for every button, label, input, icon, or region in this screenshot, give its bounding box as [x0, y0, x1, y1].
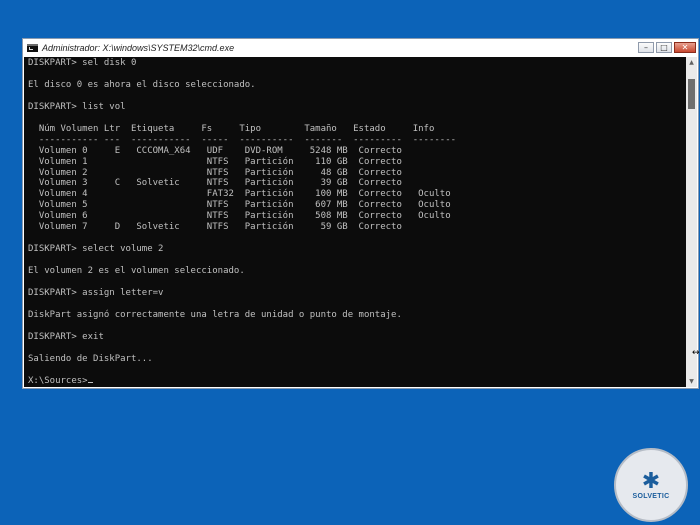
console-line: Volumen 7 D Solvetic NTFS Partición 59 G…	[28, 222, 402, 233]
maximize-button[interactable]: □	[656, 42, 672, 53]
console-line: ----------- --- ----------- ----- ------…	[28, 134, 457, 145]
console-line: Volumen 6 NTFS Partición 508 MB Correcto…	[28, 211, 451, 222]
console-output[interactable]: DISKPART> sel disk 0 El disco 0 es ahora…	[24, 57, 687, 387]
console-text: DISKPART> sel disk 0 El disco 0 es ahora…	[24, 57, 687, 387]
console-line: Volumen 2 NTFS Partición 48 GB Correcto	[28, 167, 402, 178]
solvetic-logo: ✱ SOLVETIC	[614, 448, 688, 522]
logo-text: SOLVETIC	[632, 492, 670, 500]
console-line: El volumen 2 es el volumen seleccionado.	[28, 266, 245, 277]
text-cursor	[87, 381, 93, 383]
window-title: Administrador: X:\windows\SYSTEM32\cmd.e…	[42, 43, 235, 53]
close-button[interactable]: ✕	[674, 42, 696, 53]
scroll-thumb[interactable]	[688, 79, 695, 109]
console-line: Saliendo de DiskPart...	[28, 353, 153, 364]
window-controls: – □ ✕	[638, 42, 696, 53]
scroll-up-icon[interactable]: ▲	[686, 57, 697, 68]
console-line: DISKPART> sel disk 0	[28, 58, 137, 68]
console-line: DISKPART> select volume 2	[28, 244, 164, 255]
console-line: Núm Volumen Ltr Etiqueta Fs Tipo Tamaño …	[28, 123, 435, 134]
logo-mark-icon: ✱	[641, 468, 661, 494]
console-line: DISKPART> list vol	[28, 101, 126, 112]
command-prompt[interactable]: X:\Sources>	[28, 376, 88, 386]
console-line: DISKPART> exit	[28, 331, 104, 342]
resize-cursor-icon: ↔	[692, 348, 700, 358]
console-line: Volumen 1 NTFS Partición 110 GB Correcto	[28, 156, 402, 167]
title-bar[interactable]: Administrador: X:\windows\SYSTEM32\cmd.e…	[23, 39, 698, 57]
console-line: Volumen 4 FAT32 Partición 100 MB Correct…	[28, 189, 451, 200]
scroll-down-icon[interactable]: ▼	[686, 376, 697, 387]
console-line: Volumen 0 E CCCOMA_X64 UDF DVD-ROM 5248 …	[28, 145, 402, 156]
cmd-window[interactable]: Administrador: X:\windows\SYSTEM32\cmd.e…	[22, 38, 699, 389]
console-line: Volumen 3 C Solvetic NTFS Partición 39 G…	[28, 178, 402, 189]
console-line: DISKPART> assign letter=v	[28, 288, 164, 299]
console-line: Volumen 5 NTFS Partición 607 MB Correcto…	[28, 200, 451, 211]
console-line: El disco 0 es ahora el disco seleccionad…	[28, 79, 256, 90]
console-line: DiskPart asignó correctamente una letra …	[28, 309, 402, 320]
vertical-scrollbar[interactable]: ▲ ▼	[686, 57, 697, 387]
cmd-icon	[27, 44, 38, 52]
minimize-button[interactable]: –	[638, 42, 654, 53]
